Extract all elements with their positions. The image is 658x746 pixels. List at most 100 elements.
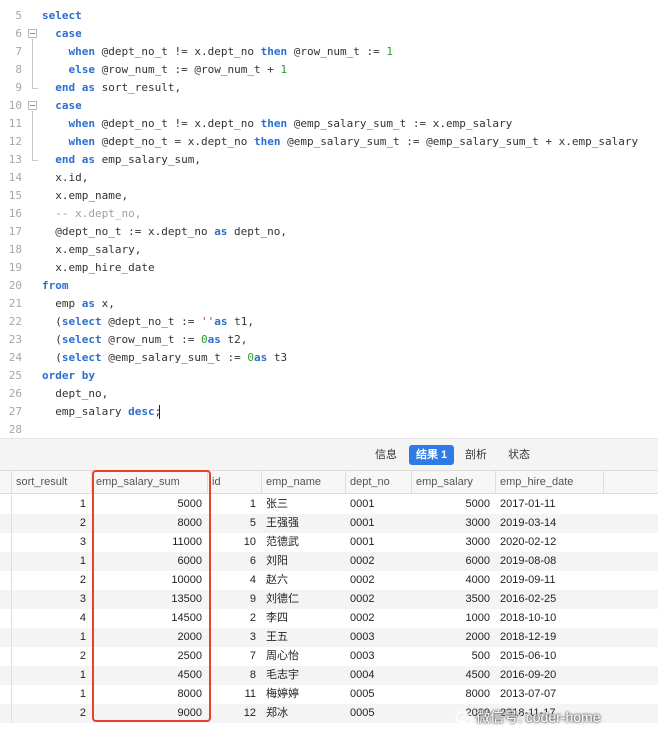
cell-dept-no[interactable]: 0004 [346,666,412,685]
cell-emp-name[interactable]: 张三 [262,495,346,514]
cell-id[interactable]: 10 [208,533,262,552]
cell-dept-no[interactable]: 0003 [346,647,412,666]
column-header-id[interactable]: id [208,471,262,494]
row-selector[interactable] [0,533,12,552]
row-selector[interactable] [0,552,12,571]
cell-emp-salary[interactable]: 4000 [412,571,496,590]
column-header-dept-no[interactable]: dept_no [346,471,412,494]
cell-sort-result[interactable]: 1 [12,685,92,704]
table-row[interactable]: 3 11000 10 范德武 0001 3000 2020-02-12 [0,533,658,552]
row-selector[interactable] [0,685,12,704]
row-selector[interactable] [0,495,12,514]
cell-id[interactable]: 11 [208,685,262,704]
cell-emp-salary[interactable]: 3000 [412,514,496,533]
cell-dept-no[interactable]: 0002 [346,571,412,590]
code-line[interactable]: 5 select [0,7,658,25]
table-row[interactable]: 1 5000 1 张三 0001 5000 2017-01-11 [0,495,658,514]
cell-sort-result[interactable]: 2 [12,647,92,666]
code-line[interactable]: 19 x.emp_hire_date [0,259,658,277]
code-line[interactable]: 28 [0,421,658,439]
cell-dept-no[interactable]: 0002 [346,609,412,628]
code-line[interactable]: 9 end as sort_result, [0,79,658,97]
code-line[interactable]: 14 x.id, [0,169,658,187]
column-header-emp-hire-date[interactable]: emp_hire_date [496,471,604,494]
table-row[interactable]: 2 2500 7 周心怡 0003 500 2015-06-10 [0,647,658,666]
row-selector[interactable] [0,514,12,533]
row-selector[interactable] [0,628,12,647]
cell-emp-salary-sum[interactable]: 14500 [92,609,208,628]
cell-dept-no[interactable]: 0002 [346,552,412,571]
code-line[interactable]: 21 emp as x, [0,295,658,313]
cell-emp-hire-date[interactable]: 2016-09-20 [496,666,604,685]
cell-emp-name[interactable]: 刘德仁 [262,590,346,609]
cell-emp-name[interactable]: 梅婷婷 [262,685,346,704]
cell-dept-no[interactable]: 0001 [346,495,412,514]
code-line[interactable]: 18 x.emp_salary, [0,241,658,259]
tab-status[interactable]: 状态 [501,445,537,465]
code-line[interactable]: 10 case [0,97,658,115]
table-row[interactable]: 1 6000 6 刘阳 0002 6000 2019-08-08 [0,552,658,571]
cell-emp-salary[interactable]: 4500 [412,666,496,685]
code-line[interactable]: 11 when @dept_no_t != x.dept_no then @em… [0,115,658,133]
code-line[interactable]: 24 (select @emp_salary_sum_t := 0as t3 [0,349,658,367]
cell-sort-result[interactable]: 1 [12,666,92,685]
cell-emp-salary-sum[interactable]: 4500 [92,666,208,685]
cell-emp-name[interactable]: 毛志宇 [262,666,346,685]
cell-emp-hire-date[interactable]: 2019-09-11 [496,571,604,590]
cell-emp-name[interactable]: 赵六 [262,571,346,590]
row-selector[interactable] [0,571,12,590]
cell-sort-result[interactable]: 2 [12,514,92,533]
tab-profile[interactable]: 剖析 [458,445,494,465]
cell-emp-name[interactable]: 李四 [262,609,346,628]
fold-toggle-icon[interactable] [28,29,37,38]
cell-emp-salary-sum[interactable]: 6000 [92,552,208,571]
cell-emp-salary[interactable]: 500 [412,647,496,666]
cell-id[interactable]: 2 [208,609,262,628]
cell-emp-salary-sum[interactable]: 10000 [92,571,208,590]
cell-emp-hire-date[interactable]: 2017-01-11 [496,495,604,514]
row-selector[interactable] [0,647,12,666]
column-header-emp-name[interactable]: emp_name [262,471,346,494]
cell-emp-salary[interactable]: 3000 [412,533,496,552]
cell-emp-salary-sum[interactable]: 8000 [92,514,208,533]
row-selector[interactable] [0,609,12,628]
cell-emp-hire-date[interactable]: 2019-08-08 [496,552,604,571]
cell-emp-salary-sum[interactable]: 5000 [92,495,208,514]
cell-emp-salary[interactable]: 8000 [412,685,496,704]
cell-dept-no[interactable]: 0005 [346,685,412,704]
row-selector[interactable] [0,666,12,685]
cell-emp-salary-sum[interactable]: 2000 [92,628,208,647]
cell-id[interactable]: 9 [208,590,262,609]
cell-emp-name[interactable]: 周心怡 [262,647,346,666]
cell-emp-salary[interactable]: 2000 [412,628,496,647]
cell-emp-name[interactable]: 范德武 [262,533,346,552]
cell-emp-salary-sum[interactable]: 8000 [92,685,208,704]
code-line[interactable]: 17 @dept_no_t := x.dept_no as dept_no, [0,223,658,241]
code-line[interactable]: 25 order by [0,367,658,385]
cell-emp-salary[interactable]: 1000 [412,609,496,628]
cell-sort-result[interactable]: 3 [12,590,92,609]
cell-emp-name[interactable]: 郑冰 [262,704,346,723]
code-line[interactable]: 16 -- x.dept_no, [0,205,658,223]
cell-emp-hire-date[interactable]: 2018-12-19 [496,628,604,647]
cell-emp-hire-date[interactable]: 2013-07-07 [496,685,604,704]
table-row[interactable]: 1 4500 8 毛志宇 0004 4500 2016-09-20 [0,666,658,685]
cell-emp-salary-sum[interactable]: 2500 [92,647,208,666]
cell-emp-name[interactable]: 刘阳 [262,552,346,571]
column-header-emp-salary-sum[interactable]: emp_salary_sum [92,471,208,494]
cell-emp-salary-sum[interactable]: 9000 [92,704,208,723]
cell-emp-hire-date[interactable]: 2020-02-12 [496,533,604,552]
cell-id[interactable]: 5 [208,514,262,533]
cell-dept-no[interactable]: 0001 [346,514,412,533]
cell-emp-name[interactable]: 王五 [262,628,346,647]
table-row[interactable]: 2 8000 5 王强强 0001 3000 2019-03-14 [0,514,658,533]
cell-id[interactable]: 4 [208,571,262,590]
cell-emp-salary[interactable]: 5000 [412,495,496,514]
table-row[interactable]: 3 13500 9 刘德仁 0002 3500 2016-02-25 [0,590,658,609]
tab-info[interactable]: 信息 [368,445,404,465]
cell-id[interactable]: 3 [208,628,262,647]
cell-sort-result[interactable]: 2 [12,571,92,590]
table-row[interactable]: 4 14500 2 李四 0002 1000 2018-10-10 [0,609,658,628]
code-line[interactable]: 8 else @row_num_t := @row_num_t + 1 [0,61,658,79]
code-line[interactable]: 22 (select @dept_no_t := ''as t1, [0,313,658,331]
